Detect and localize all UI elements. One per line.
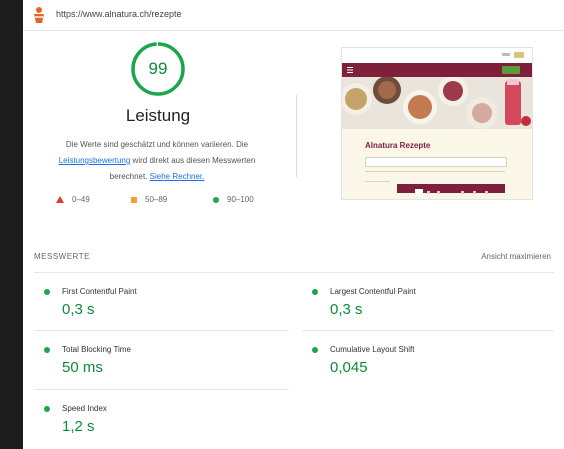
metric-value: 0,045 bbox=[330, 359, 368, 376]
thumbnail-search-field bbox=[365, 157, 507, 167]
triangle-icon bbox=[56, 196, 64, 203]
calculator-link[interactable]: Siehe Rechner. bbox=[150, 172, 205, 181]
metric-value: 0,3 s bbox=[62, 301, 95, 318]
pagination-boxes bbox=[415, 189, 488, 196]
square-icon bbox=[131, 196, 137, 203]
food-hero-image bbox=[342, 77, 532, 129]
thumbnail-filter-line bbox=[365, 171, 505, 172]
thumbnail-nav bbox=[342, 63, 532, 77]
report-page: https://www.alnatura.ch/rezepte 99 Leist… bbox=[23, 0, 564, 449]
metric-row-divider bbox=[34, 389, 289, 390]
metric-value: 0,3 s bbox=[330, 301, 363, 318]
thumbnail-title: Alnatura Rezepte bbox=[365, 141, 431, 150]
pass-circle-icon bbox=[44, 289, 50, 295]
thumbnail-header bbox=[342, 48, 532, 63]
score-description: Die Werte sind geschätzt und können vari… bbox=[37, 137, 277, 185]
circle-icon bbox=[213, 196, 219, 203]
divider bbox=[296, 95, 297, 177]
metric-label: Total Blocking Time bbox=[62, 345, 131, 354]
metric-label: Largest Contentful Paint bbox=[330, 287, 416, 296]
metric-lcp: Largest Contentful Paint 0,3 s bbox=[312, 285, 552, 335]
thumbnail-pagination bbox=[397, 184, 505, 196]
legend-range: 50–89 bbox=[145, 195, 168, 204]
metrics-section-title: MESSWERTE bbox=[34, 252, 90, 261]
metrics-divider bbox=[34, 272, 554, 273]
metric-label: Speed Index bbox=[62, 404, 107, 413]
metric-value: 1,2 s bbox=[62, 418, 95, 435]
thumbnail-header-icons bbox=[502, 52, 524, 58]
metric-tbt: Total Blocking Time 50 ms bbox=[44, 343, 284, 393]
metric-label: Cumulative Layout Shift bbox=[330, 345, 415, 354]
score-value: 99 bbox=[148, 59, 168, 78]
description-line: wird direkt aus diesen Messwerten bbox=[130, 156, 256, 165]
description-line: Die Werte sind geschätzt und können vari… bbox=[65, 140, 249, 149]
metric-label: First Contentful Paint bbox=[62, 287, 137, 296]
metric-row-divider bbox=[34, 330, 289, 331]
pass-circle-icon bbox=[312, 289, 318, 295]
url-bar: https://www.alnatura.ch/rezepte bbox=[23, 0, 564, 31]
pass-circle-icon bbox=[44, 406, 50, 412]
description-line: berechnet. bbox=[109, 172, 150, 181]
pass-circle-icon bbox=[44, 347, 50, 353]
pass-circle-icon bbox=[312, 347, 318, 353]
page-screenshot-thumbnail[interactable]: Alnatura Rezepte bbox=[341, 47, 533, 200]
legend-pass: 90–100 bbox=[213, 195, 254, 204]
legend-average: 50–89 bbox=[131, 195, 167, 204]
thumbnail-sidebar-line bbox=[365, 181, 390, 182]
metric-speed-index: Speed Index 1,2 s bbox=[44, 402, 284, 449]
performance-score-link[interactable]: Leistungsbewertung bbox=[59, 156, 131, 165]
metric-fcp: First Contentful Paint 0,3 s bbox=[44, 285, 284, 335]
legend-range: 0–49 bbox=[72, 195, 90, 204]
page-url[interactable]: https://www.alnatura.ch/rezepte bbox=[56, 9, 182, 19]
alnatura-logo-icon bbox=[34, 7, 44, 23]
metric-cls: Cumulative Layout Shift 0,045 bbox=[312, 343, 552, 393]
expand-view-toggle[interactable]: Ansicht maximieren bbox=[481, 252, 551, 261]
hamburger-icon bbox=[347, 66, 520, 74]
metric-value: 50 ms bbox=[62, 359, 103, 376]
legend-range: 90–100 bbox=[227, 195, 254, 204]
metric-row-divider bbox=[302, 330, 554, 331]
score-title: Leistung bbox=[125, 106, 191, 125]
legend-fail: 0–49 bbox=[56, 195, 90, 204]
